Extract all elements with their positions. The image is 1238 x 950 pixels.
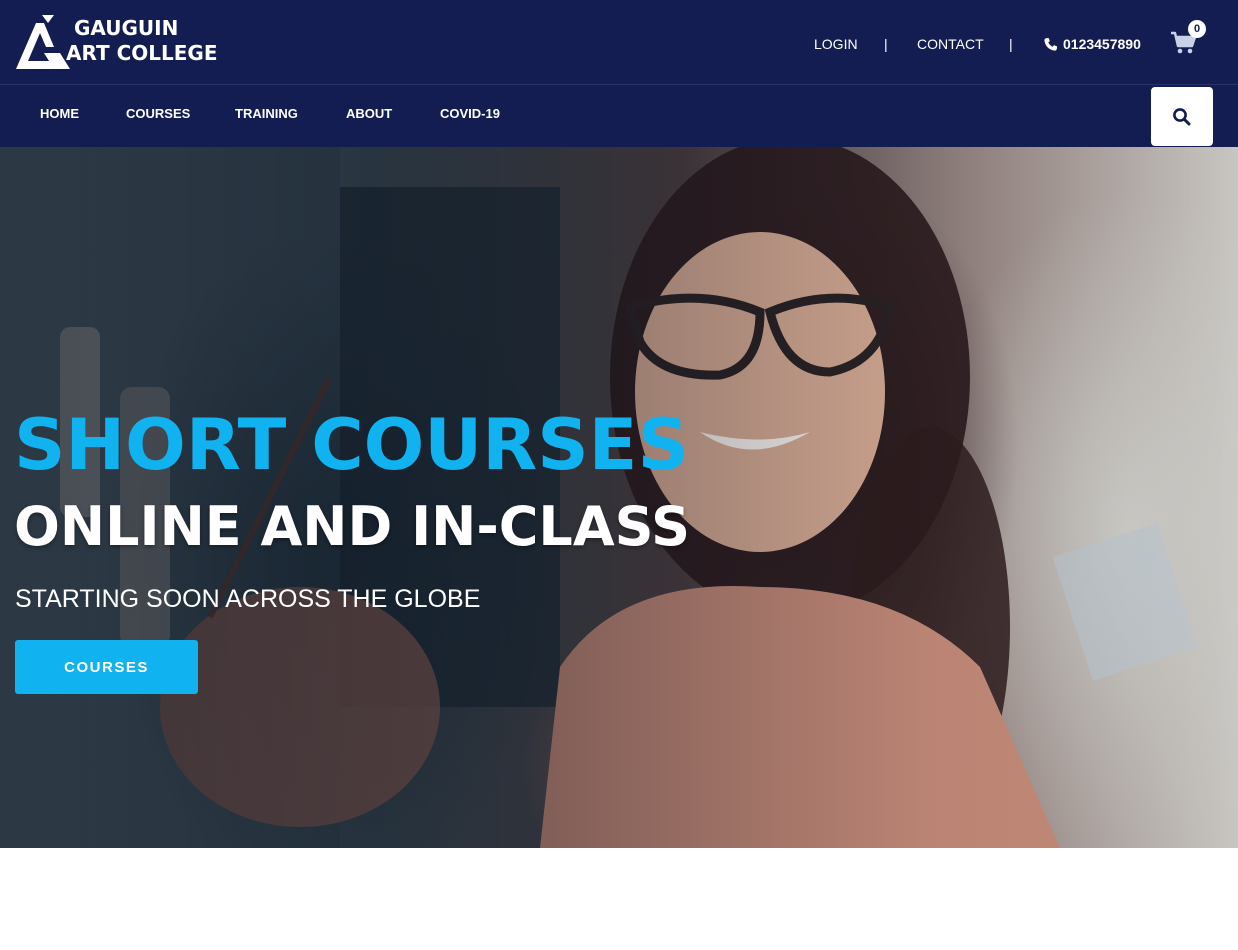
brand-line-2: ART COLLEGE [66,41,218,65]
phone-link[interactable]: 0123457890 [1043,36,1141,52]
cart-count-badge: 0 [1188,20,1206,38]
hero-title: SHORT COURSES [14,404,689,486]
separator: | [884,36,888,52]
nav-item-courses[interactable]: COURSES [126,106,190,121]
phone-number: 0123457890 [1063,36,1141,52]
top-header: GAUGUIN ART COLLEGE LOGIN | CONTACT | 01… [0,0,1238,85]
nav-item-covid-19[interactable]: COVID-19 [440,106,500,121]
login-link[interactable]: LOGIN [814,36,858,52]
logo-mark-icon [16,15,70,69]
hero-title-secondary: ONLINE AND IN-CLASS [14,495,690,558]
site-logo[interactable]: GAUGUIN ART COLLEGE [14,13,218,73]
brand-name: GAUGUIN ART COLLEGE [66,16,218,66]
hero-banner: SHORT COURSES ONLINE AND IN-CLASS STARTI… [0,147,1238,848]
main-nav: HOME COURSES TRAINING ABOUT COVID-19 [0,85,1238,147]
courses-button[interactable]: COURSES [15,640,198,694]
hero-subtitle: STARTING SOON ACROSS THE GLOBE [15,585,481,613]
nav-item-about[interactable]: ABOUT [346,106,392,121]
nav-item-training[interactable]: TRAINING [235,106,298,121]
brand-line-1: GAUGUIN [74,16,179,40]
phone-icon [1044,37,1058,51]
search-icon [1173,107,1191,125]
search-button[interactable] [1151,87,1213,146]
contact-link[interactable]: CONTACT [917,36,984,52]
nav-item-home[interactable]: HOME [40,106,79,121]
separator: | [1009,36,1013,52]
